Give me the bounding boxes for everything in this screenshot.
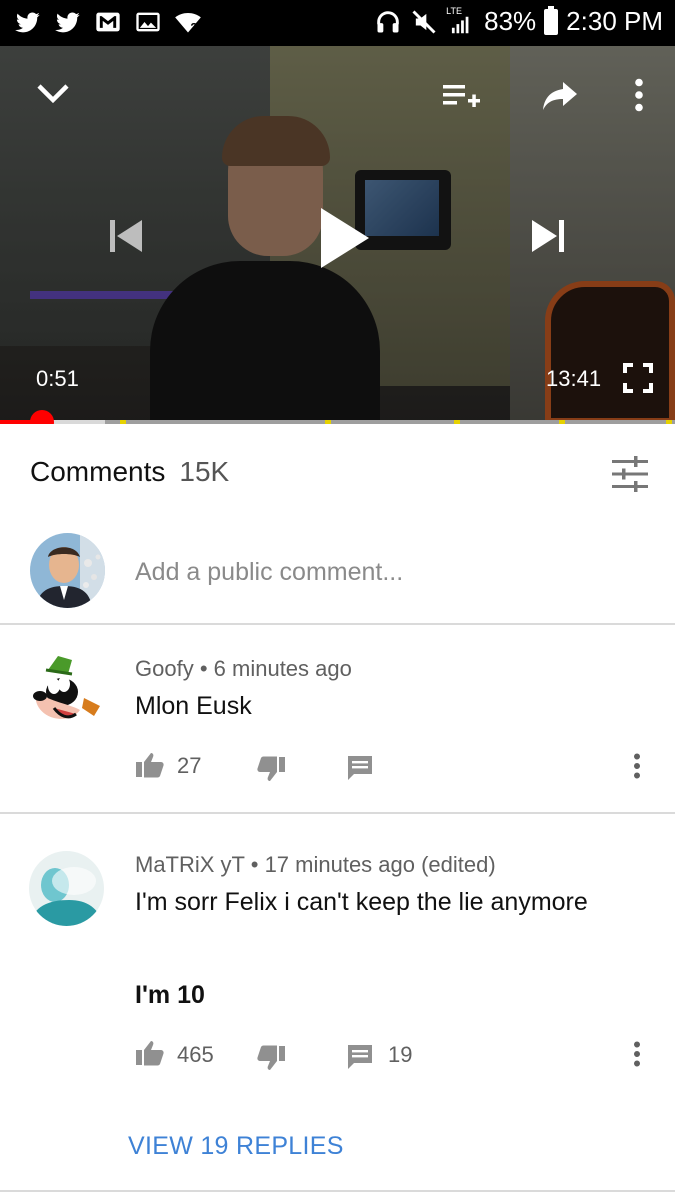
sort-comments-button[interactable] <box>610 456 650 492</box>
reply-count: 19 <box>388 1042 413 1067</box>
gallery-icon <box>136 12 160 32</box>
ad-marker <box>120 420 126 424</box>
skip-next-icon <box>532 220 564 252</box>
share-button[interactable] <box>538 76 582 116</box>
comment-more-button[interactable] <box>632 1041 650 1071</box>
comment-more-button[interactable] <box>632 753 650 783</box>
svg-text:?: ? <box>190 21 197 34</box>
fullscreen-button[interactable] <box>620 360 656 396</box>
comment-icon <box>348 1045 372 1069</box>
like-button[interactable] <box>135 1040 167 1068</box>
comment-text: Mlon Eusk <box>135 692 252 720</box>
share-icon <box>543 82 577 110</box>
divider <box>0 812 675 814</box>
play-button[interactable] <box>308 200 378 276</box>
next-button[interactable] <box>526 214 570 258</box>
view-replies-button[interactable]: VIEW 19 REPLIES <box>128 1132 344 1161</box>
like-button[interactable] <box>135 752 167 780</box>
comment-author[interactable]: Goofy <box>135 656 194 681</box>
headset-icon <box>377 10 399 32</box>
comment-text: I'm sorr Felix i can't keep the lie anym… <box>135 888 588 916</box>
thumb-down-icon <box>257 1045 285 1070</box>
ad-marker <box>454 420 460 424</box>
status-time: 2:30 PM <box>566 6 663 36</box>
ad-marker <box>325 420 331 424</box>
status-bar: ? LTE 83% 2:30 PM <box>0 0 675 46</box>
ad-marker <box>666 420 672 424</box>
comment-time: 6 minutes ago <box>213 656 352 681</box>
comment-meta: MaTRiX yT • 17 minutes ago (edited) <box>135 852 496 878</box>
previous-button[interactable] <box>104 214 148 258</box>
more-vert-icon <box>634 753 640 779</box>
comment-time: 17 minutes ago (edited) <box>264 852 496 877</box>
duration: 13:41 <box>546 366 602 391</box>
chevron-down-icon <box>37 84 69 104</box>
tune-icon <box>612 456 648 492</box>
comment-avatar[interactable] <box>29 851 104 926</box>
play-icon <box>321 208 369 268</box>
battery-percent: 83% <box>484 6 537 36</box>
more-options-button[interactable] <box>626 74 652 116</box>
divider <box>0 623 675 625</box>
reply-button[interactable] <box>346 1043 376 1073</box>
reply-button[interactable] <box>346 754 376 784</box>
twitter-icon <box>55 12 80 33</box>
dislike-button[interactable] <box>256 1045 288 1073</box>
comments-title: Comments <box>30 456 166 487</box>
more-vert-icon <box>635 78 643 112</box>
ad-marker <box>559 420 565 424</box>
playlist-add-icon <box>443 85 480 107</box>
skip-previous-icon <box>110 220 142 252</box>
comment-meta: Goofy • 6 minutes ago <box>135 656 352 682</box>
thumb-up-icon <box>136 1041 164 1066</box>
like-count: 465 <box>177 1042 214 1067</box>
wifi-icon: ? <box>175 12 201 34</box>
video-player[interactable]: 0:51 13:41 <box>0 46 675 424</box>
current-time: 0:51 <box>36 366 79 391</box>
meta-separator: • <box>250 852 265 877</box>
comment-avatar[interactable] <box>28 652 103 727</box>
divider <box>0 1190 675 1192</box>
comment-icon <box>348 756 372 780</box>
comments-header: Comments 15K <box>30 456 229 488</box>
fullscreen-icon <box>623 363 653 393</box>
meta-separator: • <box>199 656 214 681</box>
twitter-icon <box>15 12 40 33</box>
comment-text-bold: I'm 10 <box>135 981 205 1009</box>
more-vert-icon <box>634 1041 640 1067</box>
mute-icon <box>412 9 436 34</box>
thumb-down-icon <box>257 756 285 781</box>
add-comment-input[interactable]: Add a public comment... <box>135 558 403 587</box>
dislike-button[interactable] <box>256 756 288 784</box>
progress-bar[interactable] <box>0 420 675 424</box>
add-to-playlist-button[interactable] <box>438 76 484 116</box>
comment-author[interactable]: MaTRiX yT <box>135 852 245 877</box>
signal-icon <box>452 16 469 33</box>
battery-icon <box>544 5 559 35</box>
my-avatar[interactable] <box>30 533 105 608</box>
comments-count: 15K <box>179 456 230 487</box>
minimize-button[interactable] <box>30 74 76 114</box>
gmail-icon <box>96 12 120 32</box>
thumb-up-icon <box>136 753 164 778</box>
like-count: 27 <box>177 753 202 778</box>
